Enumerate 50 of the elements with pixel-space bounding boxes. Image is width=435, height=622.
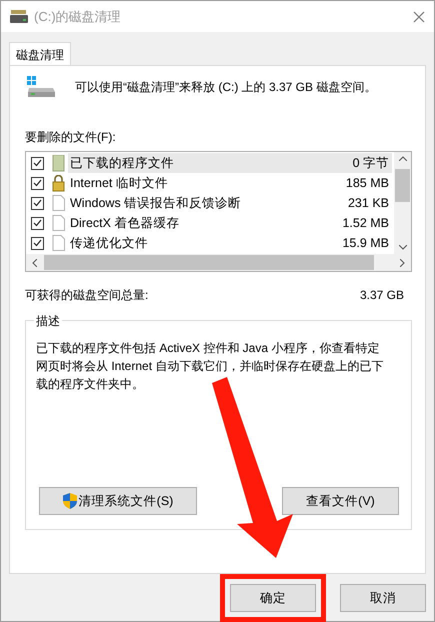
list-item[interactable]: DirectX 着色器缓存 1.52 MB xyxy=(68,213,392,233)
scroll-up-icon[interactable] xyxy=(398,156,406,161)
button[interactable]: 清理系统文件(S) xyxy=(39,487,197,515)
scroll-down-icon[interactable] xyxy=(398,245,406,250)
drive-icon xyxy=(10,10,28,24)
window-title: (C:)的磁盘清理 xyxy=(34,8,122,26)
scroll-left-icon[interactable] xyxy=(32,258,37,266)
file-size: 185 MB xyxy=(346,174,389,192)
checkbox[interactable] xyxy=(31,196,44,210)
file-name: 传递优化文件 xyxy=(70,234,148,252)
drive-icon xyxy=(27,76,56,98)
button[interactable]: 取消 xyxy=(340,584,426,612)
vertical-scrollbar[interactable] xyxy=(394,152,411,254)
file-list[interactable]: 已下载的程序文件 0 字节 Internet 临时文件 185 MB Windows 错误报告和反馈诊断 231 KB DirectX 着色器缓存 1.52 MB 传递优化文件 15.9 MB xyxy=(25,151,412,272)
scroll-thumb[interactable] xyxy=(395,169,410,202)
intro-text: 可以使用“磁盘清理”来释放 (C:) 上的 3.37 GB 磁盘空间。 xyxy=(75,79,376,96)
list-item[interactable]: 传递优化文件 15.9 MB xyxy=(68,233,392,253)
total-value: 3.37 GB xyxy=(360,287,404,304)
shield-icon xyxy=(62,493,77,509)
file-size: 1.52 MB xyxy=(342,214,389,232)
folder-icon xyxy=(51,154,65,172)
file-name: 已下载的程序文件 xyxy=(70,154,174,172)
file-size: 0 字节 xyxy=(352,154,389,172)
button[interactable]: 查看文件(V) xyxy=(282,487,399,515)
checkbox[interactable] xyxy=(31,176,44,190)
scroll-right-icon[interactable] xyxy=(400,258,405,266)
file-name: Windows 错误报告和反馈诊断 xyxy=(70,194,242,212)
file-name: Internet 临时文件 xyxy=(70,174,168,192)
total-label: 可获得的磁盘空间总量: xyxy=(25,287,148,304)
tab[interactable]: 磁盘清理 xyxy=(9,42,71,66)
files-label: 要删除的文件(F): xyxy=(25,129,116,146)
close-icon[interactable] xyxy=(413,10,425,22)
description-text: 已下载的程序文件包括 ActiveX 控件和 Java 小程序，你查看特定网页时将会从 Internet 自动下载它们，并临时保存在硬盘上的已下载的程序文件夹中。 xyxy=(36,340,384,393)
scroll-thumb[interactable] xyxy=(44,255,374,270)
file-name: DirectX 着色器缓存 xyxy=(70,214,180,232)
checkbox[interactable] xyxy=(31,216,44,230)
horizontal-scrollbar[interactable] xyxy=(26,254,411,271)
checkbox[interactable] xyxy=(31,236,44,250)
padlock-icon xyxy=(51,174,65,192)
checkbox[interactable] xyxy=(31,156,44,170)
file-size: 231 KB xyxy=(348,194,389,212)
button[interactable]: 确定 xyxy=(230,584,316,612)
list-item[interactable]: Internet 临时文件 185 MB xyxy=(68,173,392,193)
file-icon xyxy=(51,194,65,212)
file-icon xyxy=(51,214,65,232)
list-item[interactable]: 已下载的程序文件 0 字节 xyxy=(68,153,392,173)
file-icon xyxy=(51,234,65,252)
file-size: 15.9 MB xyxy=(342,234,389,252)
group-title: 描述 xyxy=(34,312,62,330)
list-item[interactable]: Windows 错误报告和反馈诊断 231 KB xyxy=(68,193,392,213)
